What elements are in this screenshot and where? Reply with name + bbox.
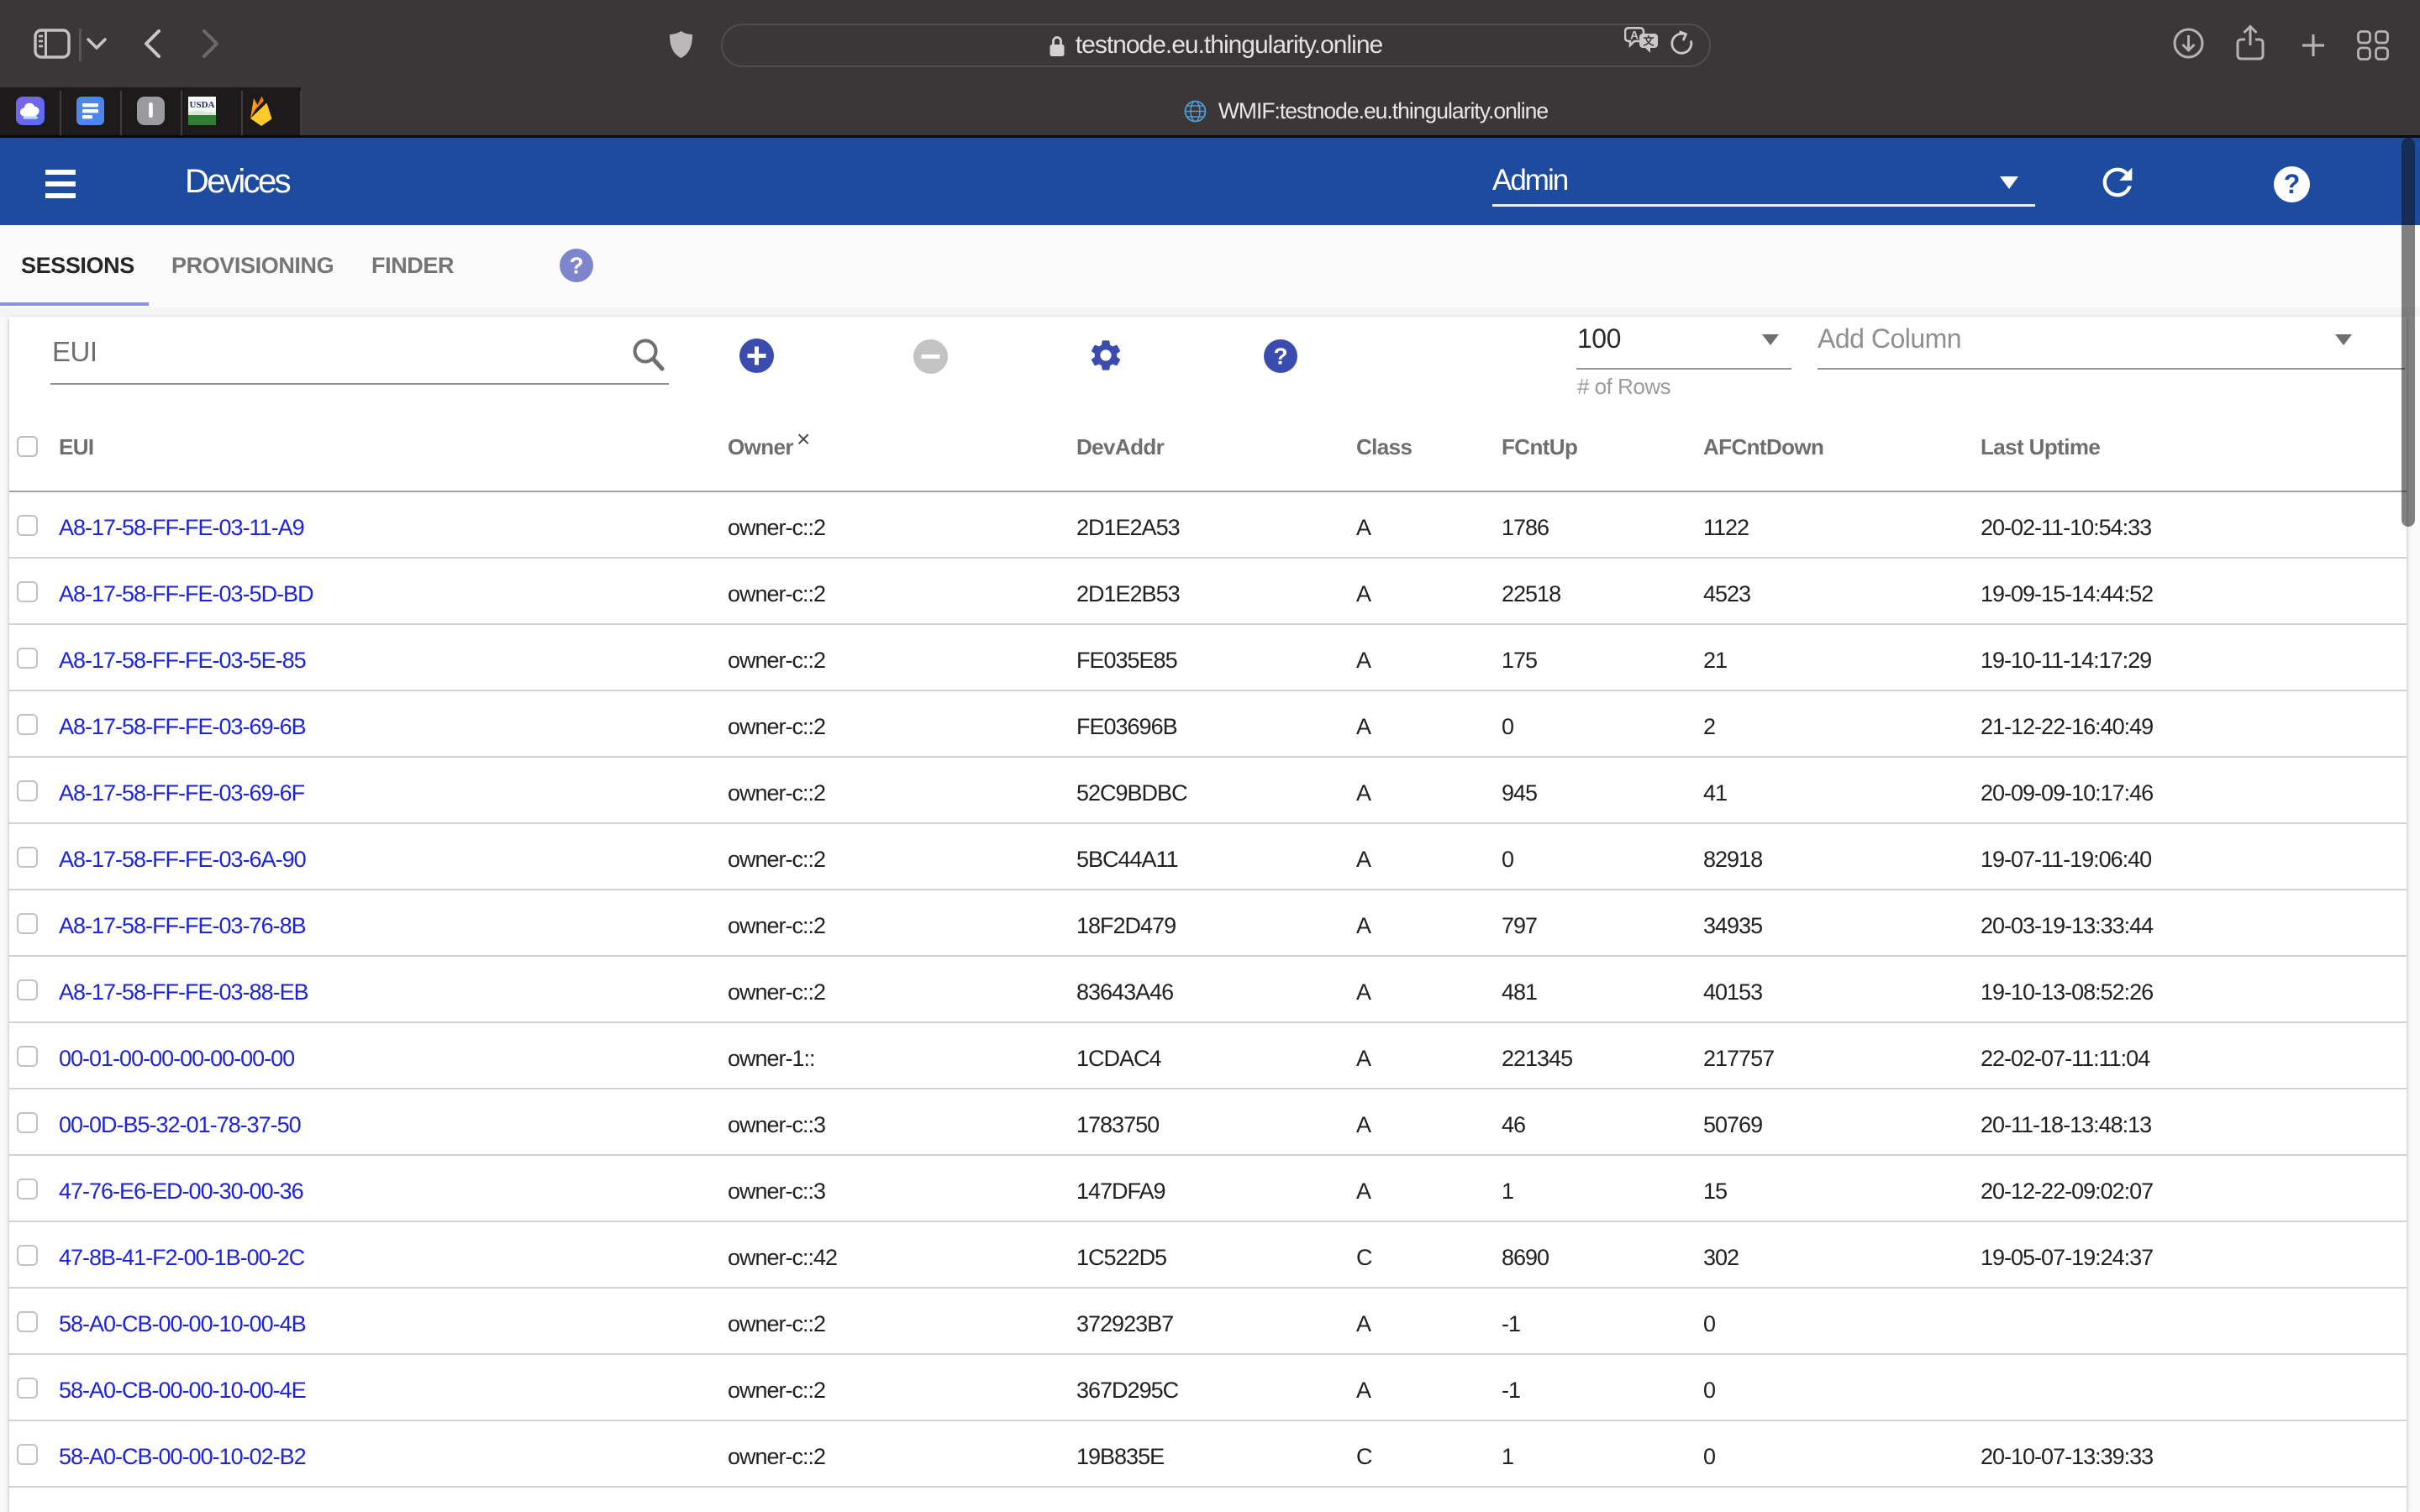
svg-text:USDA: USDA (190, 100, 215, 110)
svg-text:文: 文 (1643, 35, 1655, 48)
svg-text:?: ? (2284, 169, 2301, 199)
svg-text:?: ? (569, 253, 583, 279)
svg-text:?: ? (1273, 344, 1287, 370)
svg-text:A: A (1630, 29, 1639, 42)
